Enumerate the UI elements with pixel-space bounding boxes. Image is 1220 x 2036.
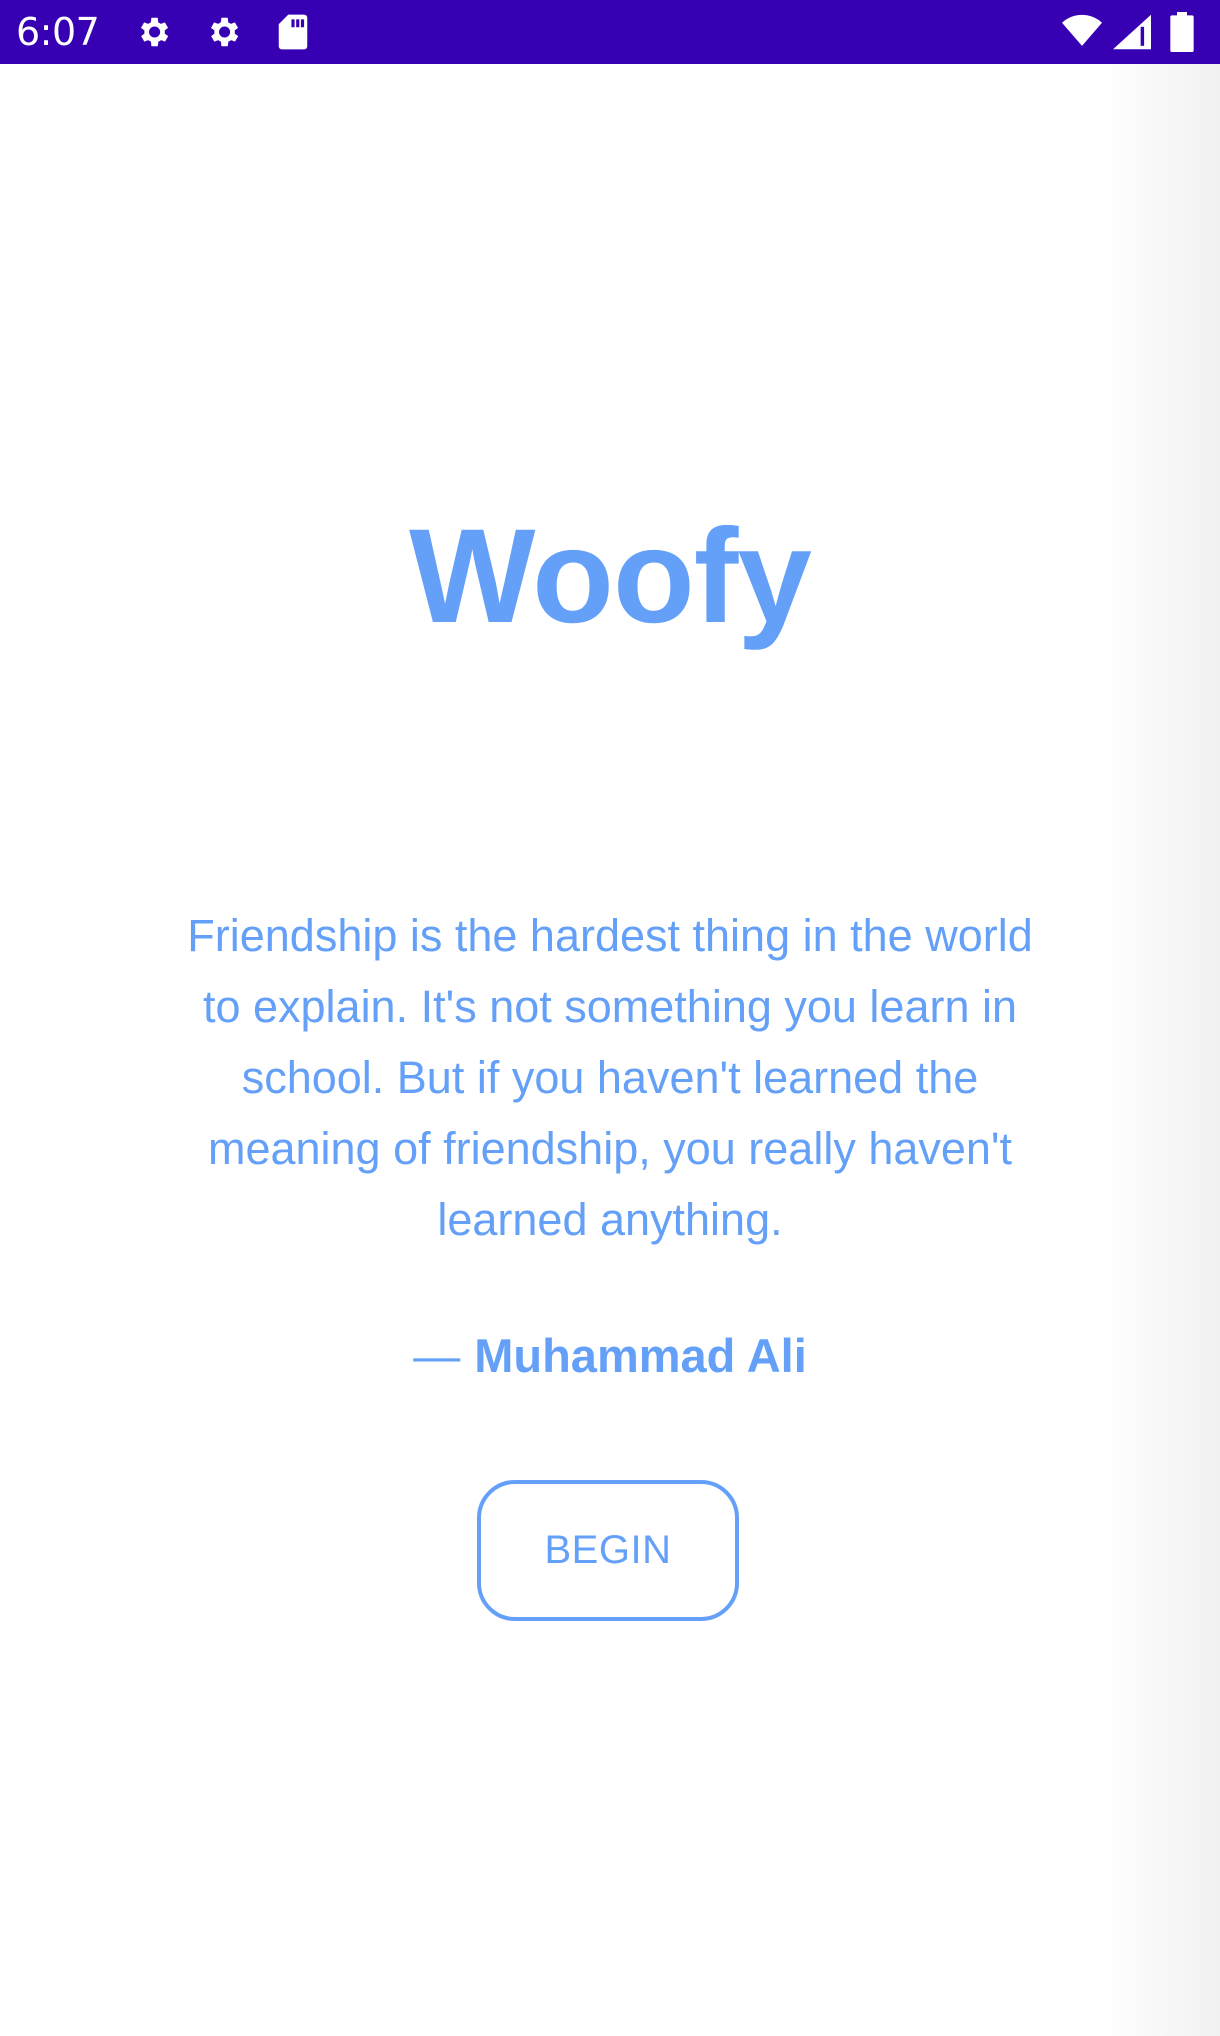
app-title: Woofy <box>409 502 812 651</box>
status-notification-icons <box>133 12 313 52</box>
status-bar: 6:07 <box>0 0 1220 64</box>
app-screen: 6:07 Woofy Friendship is the hardest thi… <box>0 0 1220 2036</box>
wifi-icon <box>1062 12 1102 52</box>
begin-button[interactable]: BEGIN <box>477 1480 739 1621</box>
status-time: 6:07 <box>16 10 100 54</box>
author-dash: — <box>413 1329 461 1382</box>
author-name: Muhammad Ali <box>474 1329 807 1382</box>
cell-signal-icon <box>1112 12 1152 52</box>
sd-card-icon <box>273 12 313 52</box>
settings-icon <box>203 12 243 52</box>
battery-icon <box>1162 12 1202 52</box>
status-system-icons <box>1062 0 1202 64</box>
settings-icon <box>133 12 173 52</box>
quote-text: Friendship is the hardest thing in the w… <box>187 910 1033 1245</box>
quote-author: — Muhammad Ali <box>0 1328 1220 1383</box>
